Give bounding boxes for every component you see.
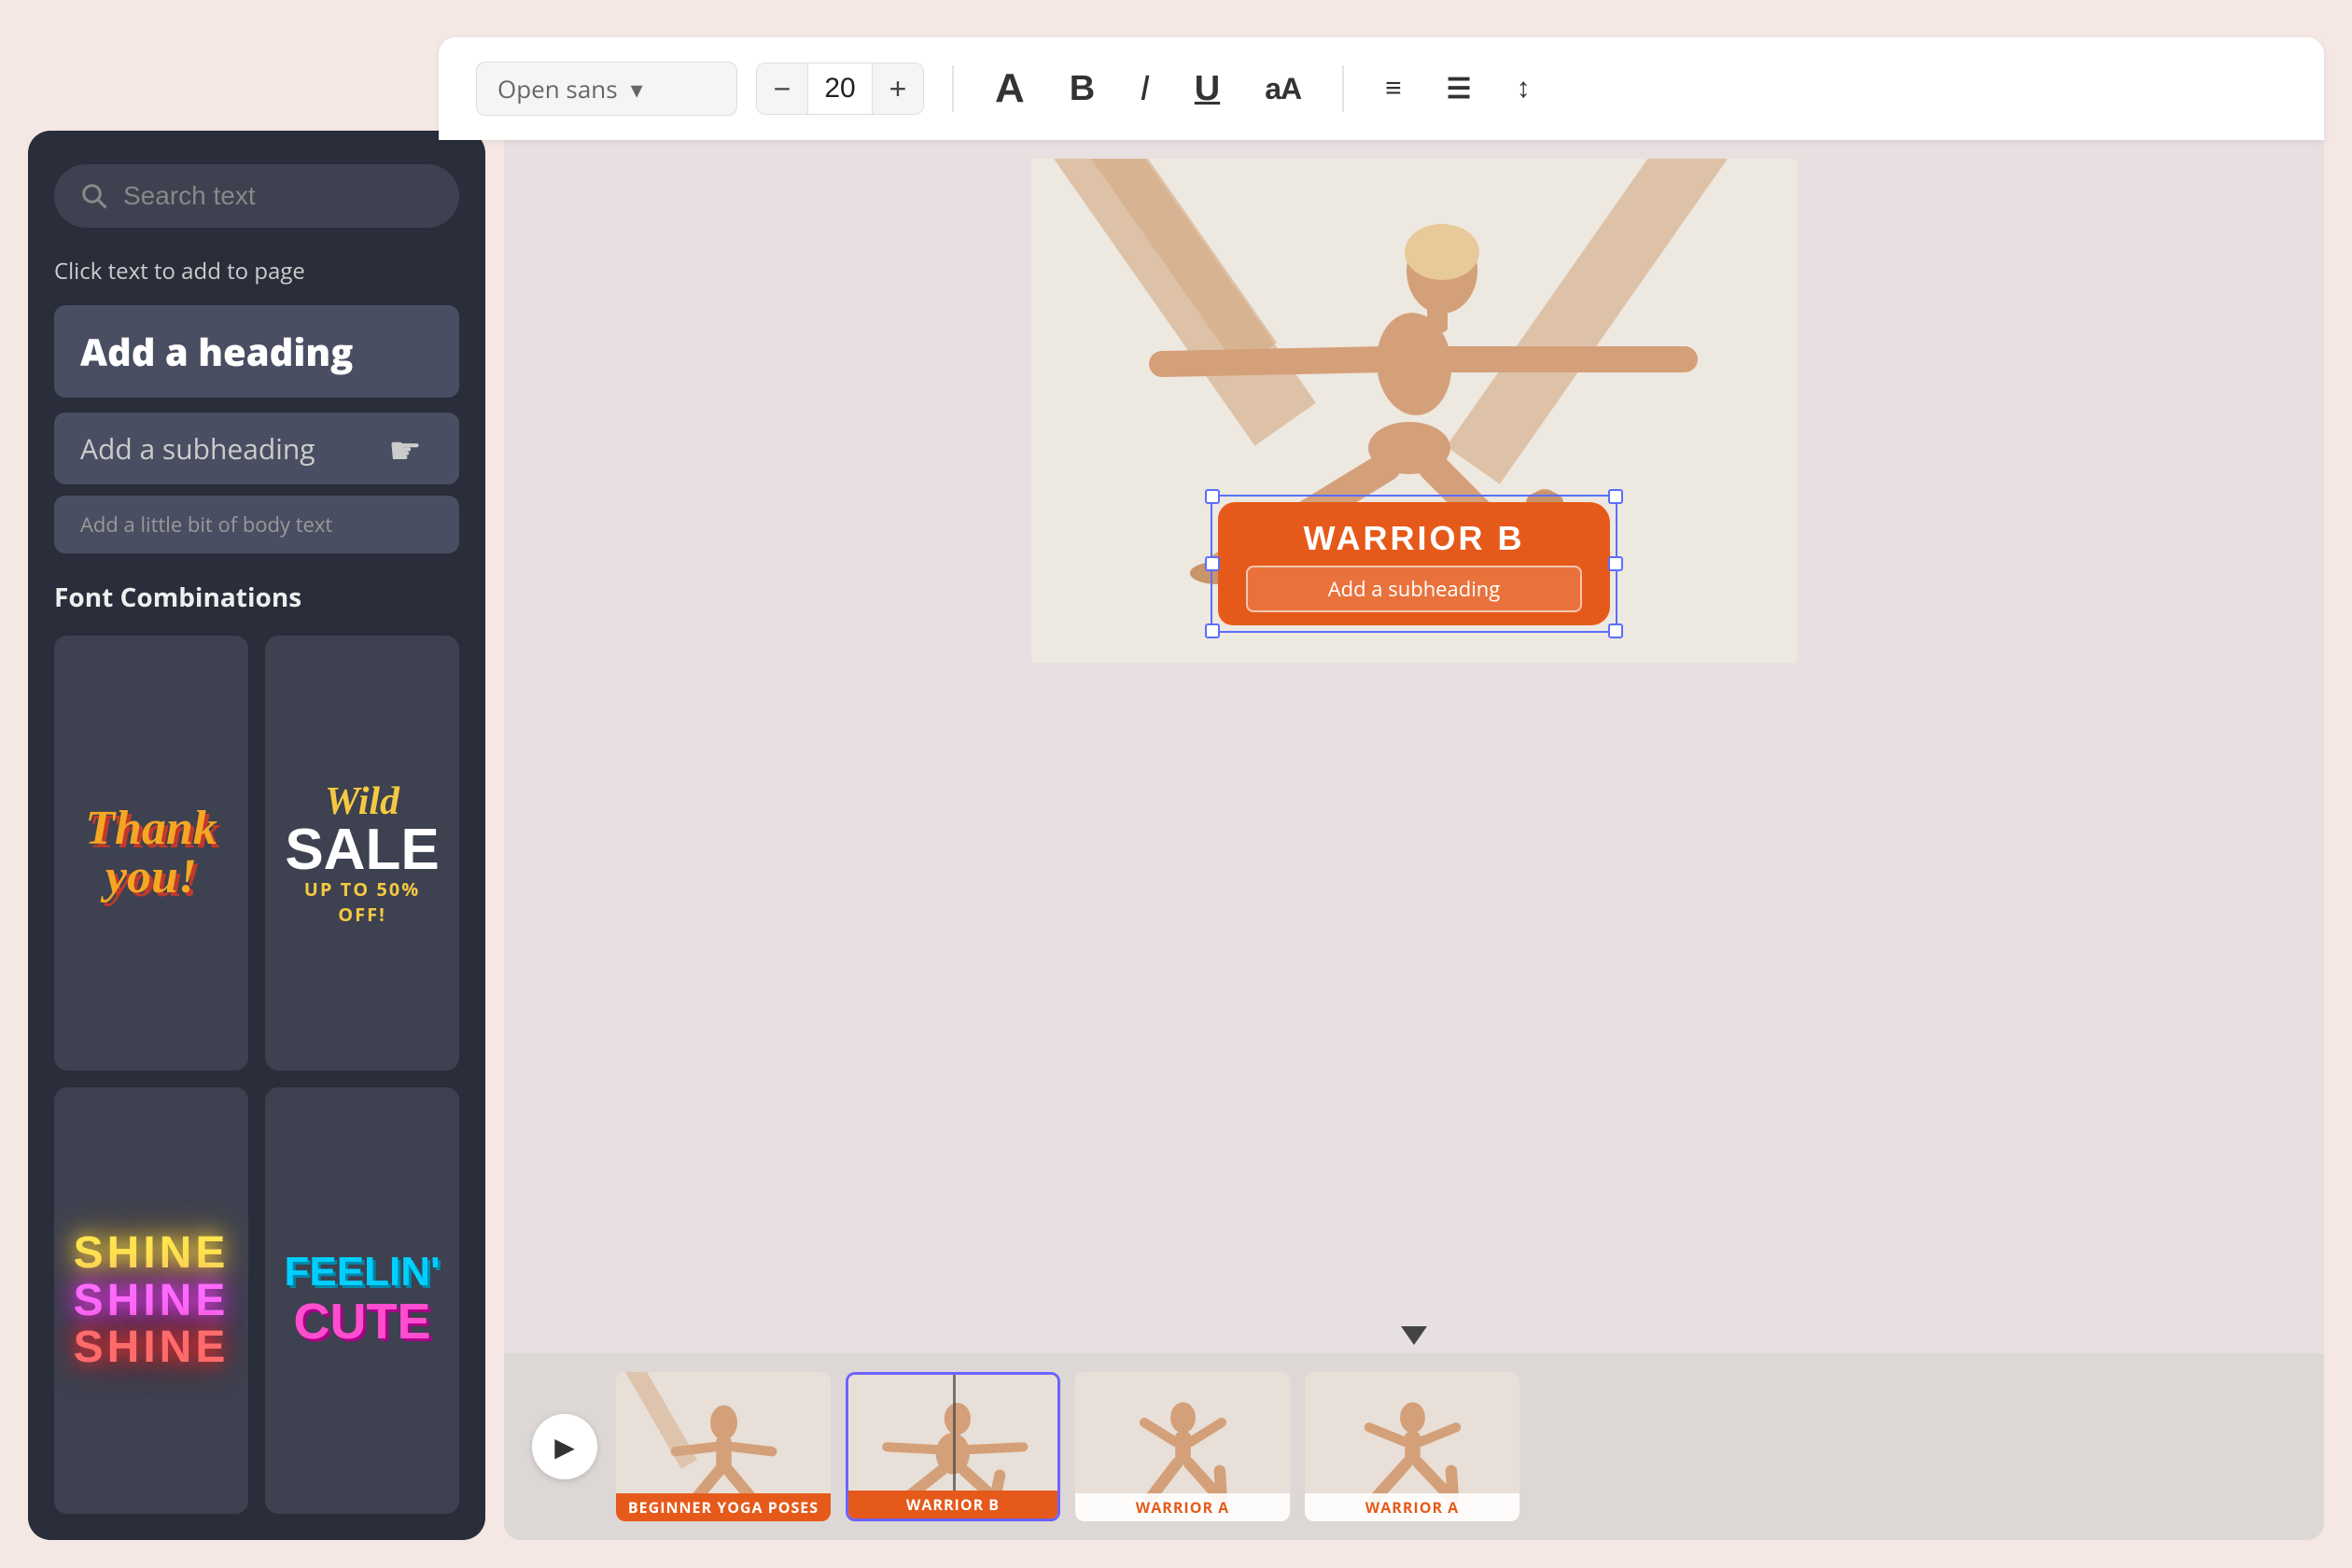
shine-line-1: SHINE (74, 1230, 230, 1277)
warrior-subheading[interactable]: Add a subheading (1246, 566, 1582, 612)
font-format-a-button[interactable]: A (982, 60, 1038, 118)
filmstrip-thumb-3[interactable]: WARRIOR A (1075, 1372, 1290, 1521)
font-size-control: − + (756, 63, 924, 115)
warrior-overlay[interactable]: WARRIOR B Add a subheading (1218, 502, 1610, 625)
font-name-label: Open sans (497, 72, 618, 105)
add-heading-button[interactable]: Add a heading (54, 305, 459, 398)
search-icon (80, 182, 108, 210)
add-body-text-button[interactable]: Add a little bit of body text (54, 496, 459, 553)
filmstrip-thumb-1[interactable]: BEGINNER YOGA POSES (616, 1372, 831, 1521)
play-button[interactable]: ▶ (532, 1414, 597, 1479)
handle-br[interactable] (1608, 623, 1623, 638)
cute-text: CUTE (285, 1293, 441, 1351)
search-input[interactable] (123, 181, 433, 211)
combo-feelincute-card[interactable]: FEELIN' CUTE (265, 1087, 459, 1514)
combo-wildsale-card[interactable]: Wild SALE UP TO 50% OFF! (265, 636, 459, 1071)
click-text-label: Click text to add to page (54, 256, 459, 287)
filmstrip-scroll: BEGINNER YOGA POSES (616, 1372, 2296, 1521)
filmstrip-thumb-4[interactable]: WARRIOR A (1305, 1372, 1519, 1521)
divider-2 (1342, 65, 1344, 112)
canvas-area: WARRIOR B Add a subheading (504, 131, 2324, 1540)
shine-line-2: SHINE (74, 1278, 230, 1324)
canvas[interactable]: WARRIOR B Add a subheading (1031, 159, 1797, 663)
search-bar[interactable] (54, 164, 459, 228)
divider-1 (952, 65, 954, 112)
thumb-2-label: WARRIOR B (848, 1491, 1057, 1519)
sale-sub-text: UP TO 50% OFF! (280, 876, 444, 927)
spacing-button[interactable]: ↕ (1504, 67, 1544, 110)
decrease-font-button[interactable]: − (757, 63, 807, 114)
filmstrip: ▶ BEG (504, 1353, 2324, 1540)
font-combinations-label: Font Combinations (54, 580, 459, 615)
thumb-3-label: WARRIOR A (1075, 1493, 1290, 1521)
shine-line-3: SHINE (74, 1324, 230, 1371)
font-combinations-grid: Thank you! Wild SALE UP TO 50% OFF! SHIN… (54, 636, 459, 1514)
sale-text: SALE (280, 824, 444, 876)
font-selector[interactable]: Open sans ▾ (476, 62, 737, 116)
play-icon: ▶ (554, 1432, 575, 1463)
combo-shine-card[interactable]: SHINE SHINE SHINE (54, 1087, 248, 1514)
underline-button[interactable]: U (1182, 63, 1233, 115)
bold-button[interactable]: B (1057, 63, 1108, 115)
align-button[interactable]: ≡ (1372, 67, 1415, 110)
warrior-title: WARRIOR B (1246, 519, 1582, 558)
cursor-icon: ☛ (388, 423, 422, 474)
thankyou-text: Thank you! (85, 805, 217, 902)
warrior-brush-bg: WARRIOR B Add a subheading (1218, 502, 1610, 625)
add-subheading-button[interactable]: Add a subheading ☛ (54, 413, 459, 484)
yoga-background: WARRIOR B Add a subheading (1031, 159, 1797, 663)
filmstrip-thumb-2[interactable]: WARRIOR B (846, 1372, 1060, 1521)
thumb-4-label: WARRIOR A (1305, 1493, 1519, 1521)
italic-button[interactable]: I (1127, 63, 1163, 115)
list-button[interactable]: ☰ (1434, 67, 1485, 111)
combo-thankyou-card[interactable]: Thank you! (54, 636, 248, 1071)
active-thumb-indicator (1401, 1326, 1427, 1345)
feelin-text: FEELIN' (285, 1252, 441, 1293)
size-toggle-button[interactable]: aA (1252, 66, 1314, 112)
toolbar: Open sans ▾ − + A B I U aA ≡ ☰ ↕ (439, 37, 2324, 140)
sidebar: Click text to add to page Add a heading … (28, 131, 485, 1540)
chevron-down-icon: ▾ (631, 72, 643, 105)
thumb-1-label: BEGINNER YOGA POSES (616, 1493, 831, 1521)
font-size-input[interactable] (807, 63, 873, 114)
increase-font-button[interactable]: + (873, 63, 923, 114)
handle-bl[interactable] (1205, 623, 1220, 638)
